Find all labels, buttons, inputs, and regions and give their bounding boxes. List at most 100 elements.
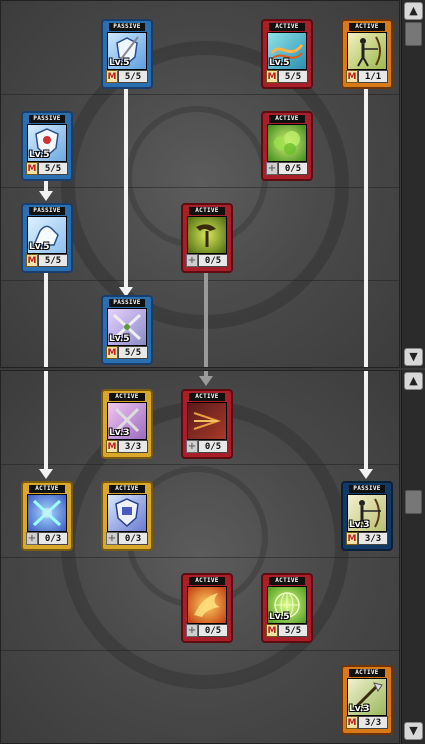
skill-points: 0/3 — [38, 532, 68, 545]
prerequisite-line — [364, 87, 368, 367]
row-divider — [1, 557, 399, 558]
skill-level: Lv.5 — [29, 242, 50, 252]
skill-slot[interactable]: ACTIVE Lv.3 M 3/3 — [341, 665, 393, 735]
row-divider — [1, 94, 399, 95]
skill-slot[interactable]: ACTIVE Lv.3 M 3/3 — [101, 389, 153, 459]
skill-slot[interactable]: ACTIVE + 0/5 — [181, 389, 233, 459]
prerequisite-arrow — [359, 469, 373, 479]
skill-type-label: ACTIVE — [189, 577, 225, 585]
skill-level: Lv.3 — [109, 428, 130, 438]
skill-points: 0/3 — [118, 532, 148, 545]
add-point-button[interactable]: + — [26, 532, 38, 545]
scroll-thumb[interactable] — [405, 22, 422, 46]
crossed-blades-icon: Lv.3 — [107, 402, 147, 440]
add-point-button[interactable]: + — [106, 532, 118, 545]
skill-type-label: PASSIVE — [29, 115, 65, 123]
master-badge: M — [106, 346, 118, 359]
skill-slot[interactable]: ACTIVE Lv.5 M 5/5 — [261, 573, 313, 643]
archer-bow-icon — [347, 32, 387, 70]
scroll-thumb[interactable] — [405, 490, 422, 514]
skill-level: Lv.5 — [269, 612, 290, 622]
skill-type-label: ACTIVE — [109, 393, 145, 401]
skill-slot[interactable]: PASSIVE Lv.5 M 5/5 — [21, 111, 73, 181]
skill-slot[interactable]: ACTIVE Lv.5 M 5/5 — [261, 19, 313, 89]
master-badge: M — [346, 70, 358, 83]
skill-type-label: PASSIVE — [349, 485, 385, 493]
skill-slot[interactable]: ACTIVE + 0/5 — [181, 203, 233, 273]
add-point-button[interactable]: + — [266, 162, 278, 175]
skill-points: 5/5 — [38, 162, 68, 175]
skill-points: 0/5 — [198, 440, 228, 453]
scroll-up-button[interactable]: ▲ — [404, 372, 423, 390]
scroll-down-button[interactable]: ▼ — [404, 722, 423, 740]
skill-slot[interactable]: ACTIVE + 0/5 — [261, 111, 313, 181]
skill-type-label: PASSIVE — [109, 299, 145, 307]
skill-points: 0/5 — [198, 624, 228, 637]
skill-points: 5/5 — [118, 346, 148, 359]
skill-slot[interactable]: PASSIVE Lv.3 M 3/3 — [341, 481, 393, 551]
master-badge: M — [266, 70, 278, 83]
shield-armor-icon: Lv.5 — [27, 124, 67, 162]
skill-slot[interactable]: ACTIVE + 0/5 — [181, 573, 233, 643]
prerequisite-arrow — [39, 191, 53, 201]
skill-level: Lv.3 — [349, 520, 370, 530]
row-divider — [1, 280, 399, 281]
scrollbar-top[interactable]: ▲ ▼ — [401, 0, 425, 368]
row-divider — [1, 187, 399, 188]
skill-slot[interactable]: PASSIVE Lv.5 M 5/5 — [101, 295, 153, 365]
add-point-button[interactable]: + — [186, 440, 198, 453]
skill-points: 3/3 — [358, 532, 388, 545]
skill-type-label: ACTIVE — [269, 23, 305, 31]
master-badge: M — [26, 254, 38, 267]
prerequisite-line — [364, 371, 368, 471]
skill-type-label: PASSIVE — [29, 207, 65, 215]
skill-points: 5/5 — [278, 70, 308, 83]
skill-slot[interactable]: PASSIVE Lv.5 M 5/5 — [21, 203, 73, 273]
skill-points: 1/1 — [358, 70, 388, 83]
skill-points: 0/5 — [278, 162, 308, 175]
shield-helmet-icon — [107, 494, 147, 532]
skill-slot[interactable]: PASSIVE Lv.5 M 5/5 — [101, 19, 153, 89]
prerequisite-arrow — [39, 469, 53, 479]
master-badge: M — [346, 532, 358, 545]
crossed-bolts-icon — [27, 494, 67, 532]
skill-points: 5/5 — [278, 624, 308, 637]
skill-type-label: PASSIVE — [109, 23, 145, 31]
skill-points: 5/5 — [38, 254, 68, 267]
shield-spear-icon: Lv.5 — [107, 32, 147, 70]
phoenix-icon — [187, 586, 227, 624]
scrollbar-bottom[interactable]: ▲ ▼ — [401, 370, 425, 744]
skill-slot[interactable]: ACTIVE + 0/3 — [101, 481, 153, 551]
archer-aim-icon: Lv.3 — [347, 494, 387, 532]
skill-level: Lv.3 — [349, 704, 370, 714]
skill-tree-panel-top: PASSIVE Lv.5 M 5/5 ACTIVE Lv.5 M 5/5 ACT… — [0, 0, 400, 368]
skill-slot[interactable]: ACTIVE + 0/3 — [21, 481, 73, 551]
scroll-down-button[interactable]: ▼ — [404, 348, 423, 366]
add-point-button[interactable]: + — [186, 254, 198, 267]
prerequisite-arrow-locked — [199, 376, 213, 386]
boomerang-icon — [187, 216, 227, 254]
green-net-icon: Lv.5 — [267, 586, 307, 624]
skill-type-label: ACTIVE — [29, 485, 65, 493]
row-divider — [1, 650, 399, 651]
skill-type-label: ACTIVE — [349, 23, 385, 31]
prerequisite-line-locked — [204, 271, 208, 367]
skill-type-label: ACTIVE — [269, 577, 305, 585]
skill-type-label: ACTIVE — [269, 115, 305, 123]
skill-type-label: ACTIVE — [349, 669, 385, 677]
row-divider — [1, 464, 399, 465]
prerequisite-line — [124, 87, 128, 293]
skill-level: Lv.5 — [109, 58, 130, 68]
skill-slot[interactable]: ACTIVE M 1/1 — [341, 19, 393, 89]
skill-points: 0/5 — [198, 254, 228, 267]
scroll-up-button[interactable]: ▲ — [404, 2, 423, 20]
strong-arm-icon: Lv.5 — [27, 216, 67, 254]
skill-type-label: ACTIVE — [109, 485, 145, 493]
skill-level: Lv.5 — [269, 58, 290, 68]
master-badge: M — [106, 440, 118, 453]
add-point-button[interactable]: + — [186, 624, 198, 637]
skill-tree-panel-bottom: ACTIVE Lv.3 M 3/3 ACTIVE + 0/5 ACTIVE + — [0, 370, 400, 744]
master-badge: M — [346, 716, 358, 729]
skill-points: 5/5 — [118, 70, 148, 83]
skill-type-label: ACTIVE — [189, 207, 225, 215]
